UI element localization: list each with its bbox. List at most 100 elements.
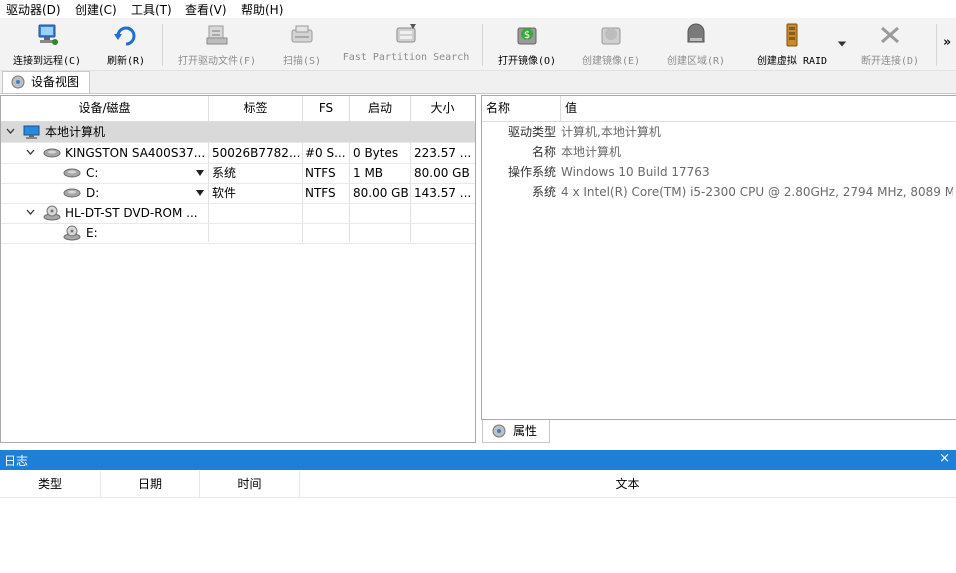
device-label: 软件 (212, 186, 237, 200)
create-region-label: 创建区域(R) (666, 56, 726, 67)
more-tools-button[interactable]: » (940, 18, 954, 70)
menu-view[interactable]: 查看(V) (185, 1, 227, 18)
chevron-down-icon (837, 41, 847, 47)
device-label: 系统 (212, 166, 237, 180)
disconnect-button[interactable]: 断开连接(D) (852, 18, 928, 70)
create-image-icon (601, 27, 621, 45)
fast-partition-search-label: Fast Partition Search (342, 52, 470, 63)
device-name: E: (86, 226, 98, 240)
device-name: D: (86, 186, 100, 200)
hard-disk-icon (43, 148, 61, 158)
tab-device-view[interactable]: 设备视图 (2, 71, 90, 93)
menu-create[interactable]: 创建(C) (75, 1, 117, 18)
chevron-down-icon[interactable] (6, 128, 15, 135)
device-fs: NTFS (305, 166, 336, 180)
create-region-button[interactable]: 创建区域(R) (656, 18, 736, 70)
menu-bar: 驱动器(D) 创建(C) 工具(T) 查看(V) 帮助(H) (0, 0, 956, 18)
refresh-icon (114, 26, 136, 46)
disconnect-label: 断开连接(D) (860, 56, 920, 67)
device-tree-panel: 设备/磁盘 标签 FS 启动 大小 本地计算机 KINGSTON SA400S3… (0, 95, 476, 443)
open-drive-files-button[interactable]: 打开驱动文件(F) (170, 18, 264, 70)
device-name: HL-DT-ST DVD-ROM ... (65, 206, 198, 220)
tree-row-disk-kingston[interactable]: KINGSTON SA400S37... 50026B7782... #0 S.… (1, 143, 475, 164)
property-name: 系统 (531, 185, 556, 199)
partition-search-icon (396, 24, 416, 43)
refresh-button[interactable]: 刷新(R) (96, 18, 156, 70)
log-title: 日志 (4, 454, 29, 468)
properties-header-value[interactable]: 值 (561, 96, 956, 122)
tree-row-disk-dvd[interactable]: HL-DT-ST DVD-ROM ... (1, 203, 475, 224)
connect-remote-button[interactable]: 连接到远程(C) (4, 18, 90, 70)
menu-help[interactable]: 帮助(H) (241, 1, 283, 18)
log-column-time[interactable]: 时间 (200, 471, 300, 497)
device-view-icon (11, 75, 25, 89)
partition-icon (63, 188, 81, 198)
raid-dropdown-arrow[interactable] (836, 18, 848, 70)
device-start: 80.00 GB (353, 186, 409, 200)
menu-drive[interactable]: 驱动器(D) (6, 1, 61, 18)
property-row[interactable]: 名称 本地计算机 (482, 142, 956, 162)
device-start: 0 Bytes (353, 146, 399, 160)
column-header-label[interactable]: 标签 (209, 96, 303, 122)
close-icon[interactable]: × (939, 451, 950, 466)
tree-row-drive-e[interactable]: E: (1, 223, 475, 244)
toolbar-separator (936, 24, 937, 66)
view-tab-strip: 设备视图 (0, 71, 956, 94)
device-start: 1 MB (353, 166, 384, 180)
property-value: Windows 10 Build 17763 (561, 165, 710, 179)
dropdown-arrow-icon[interactable] (196, 170, 204, 176)
log-column-header: 类型 日期 时间 文本 (0, 471, 956, 498)
property-name: 名称 (531, 145, 556, 159)
column-header-device-label: 设备/磁盘 (78, 101, 131, 115)
chevron-down-icon[interactable] (26, 209, 35, 216)
device-fs: NTFS (305, 186, 336, 200)
fast-partition-search-button[interactable]: Fast Partition Search (338, 18, 474, 70)
property-name: 操作系统 (507, 165, 556, 179)
property-row[interactable]: 操作系统 Windows 10 Build 17763 (482, 162, 956, 182)
disconnect-icon (881, 26, 899, 44)
create-image-button[interactable]: 创建镜像(E) (572, 18, 650, 70)
device-name: KINGSTON SA400S37... (65, 146, 205, 160)
log-column-text[interactable]: 文本 (300, 471, 955, 497)
svg-text:$: $ (524, 30, 530, 41)
device-name: C: (86, 166, 99, 180)
log-column-type[interactable]: 类型 (0, 471, 101, 497)
column-header-size[interactable]: 大小 (411, 96, 474, 122)
device-fs: #0 S... (305, 146, 346, 160)
column-header-start[interactable]: 启动 (350, 96, 411, 122)
open-image-label: 打开镜像(O) (497, 56, 557, 67)
menu-tools[interactable]: 工具(T) (131, 1, 172, 18)
log-column-date[interactable]: 日期 (101, 471, 200, 497)
tree-row-partition-c[interactable]: C: 系统 NTFS 1 MB 80.00 GB (1, 163, 475, 184)
tab-properties[interactable]: 属性 (482, 420, 550, 443)
tree-row-local-computer[interactable]: 本地计算机 (1, 122, 475, 143)
raid-icon (786, 23, 798, 47)
dropdown-arrow-icon[interactable] (196, 190, 204, 196)
properties-header-name[interactable]: 名称 (482, 96, 561, 122)
log-panel-titlebar: 日志 × (0, 450, 956, 470)
create-region-icon (687, 23, 705, 43)
partition-icon (63, 168, 81, 178)
device-size: 223.57 ... (414, 146, 472, 160)
log-list[interactable] (0, 498, 956, 573)
open-drive-files-label: 打开驱动文件(F) (177, 56, 257, 67)
column-header-device[interactable]: 设备/磁盘 (1, 96, 209, 122)
device-size: 143.57 ... (414, 186, 472, 200)
tree-row-partition-d[interactable]: D: 软件 NTFS 80.00 GB 143.57 ... (1, 183, 475, 204)
property-value: 本地计算机 (561, 145, 622, 159)
column-header-fs[interactable]: FS (303, 96, 350, 122)
property-value: 计算机,本地计算机 (561, 125, 661, 139)
property-row[interactable]: 驱动类型 计算机,本地计算机 (482, 122, 956, 142)
computer-connect-icon (38, 24, 58, 45)
connect-remote-label: 连接到远程(C) (12, 56, 82, 67)
refresh-label: 刷新(R) (106, 56, 146, 67)
toolbar-separator (162, 24, 163, 66)
scan-button[interactable]: 扫描(S) (272, 18, 332, 70)
property-row[interactable]: 系统 4 x Intel(R) Core(TM) i5-2300 CPU @ 2… (482, 182, 956, 202)
tab-properties-label: 属性 (513, 424, 538, 438)
property-name: 驱动类型 (507, 125, 556, 139)
chevron-down-icon[interactable] (26, 149, 35, 156)
open-image-button[interactable]: $ 打开镜像(O) (488, 18, 566, 70)
create-virtual-raid-button[interactable]: 创建虚拟 RAID (742, 18, 842, 70)
device-label: 50026B7782... (212, 146, 300, 160)
